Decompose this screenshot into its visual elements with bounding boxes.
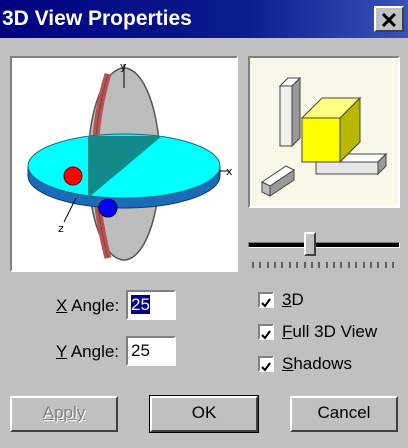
blue-marker xyxy=(98,198,118,218)
cube-front xyxy=(301,117,341,163)
check-icon xyxy=(261,298,271,308)
vertical-bar-side xyxy=(291,76,301,148)
close-icon: ✕ xyxy=(379,8,399,33)
slider-track xyxy=(248,242,400,248)
option-3d-label: 3D xyxy=(282,290,304,309)
y-angle-input[interactable]: 25 xyxy=(126,336,176,366)
check-icon xyxy=(261,362,271,372)
rotation-diagram-graphic: x y z xyxy=(27,60,233,261)
window-title: 3D View Properties xyxy=(2,7,192,30)
vertical-bar-front xyxy=(279,85,293,147)
rotation-diagram: x y z xyxy=(10,56,238,272)
cancel-button[interactable]: Cancel xyxy=(290,396,398,432)
z-axis-label: z xyxy=(58,222,64,235)
checkbox-shadows[interactable] xyxy=(258,356,274,372)
red-marker xyxy=(63,166,83,186)
y-angle-label: Y Angle: xyxy=(56,342,120,361)
perspective-slider[interactable] xyxy=(248,232,400,272)
checkbox-full-3d-view[interactable] xyxy=(258,324,274,340)
check-icon xyxy=(261,330,271,340)
ok-button[interactable]: OK xyxy=(149,395,259,433)
preview-graphic xyxy=(250,58,398,206)
title-bar: 3D View Properties ✕ xyxy=(0,0,408,38)
x-angle-label: X Angle: xyxy=(56,296,120,315)
close-button[interactable]: ✕ xyxy=(374,6,404,33)
option-shadows-label: Shadows xyxy=(282,354,352,373)
option-full-3d-view-label: Full 3D View xyxy=(282,322,378,341)
x-angle-input[interactable]: 25 xyxy=(126,290,176,320)
right-bar-front xyxy=(315,161,379,175)
x-axis-label: x xyxy=(226,165,233,178)
apply-button[interactable]: Apply xyxy=(10,396,118,432)
slider-ticks xyxy=(252,262,394,268)
preview-panel xyxy=(248,56,400,208)
slider-thumb[interactable] xyxy=(304,232,316,256)
checkbox-3d[interactable] xyxy=(258,292,274,308)
y-axis-label: y xyxy=(120,60,127,73)
